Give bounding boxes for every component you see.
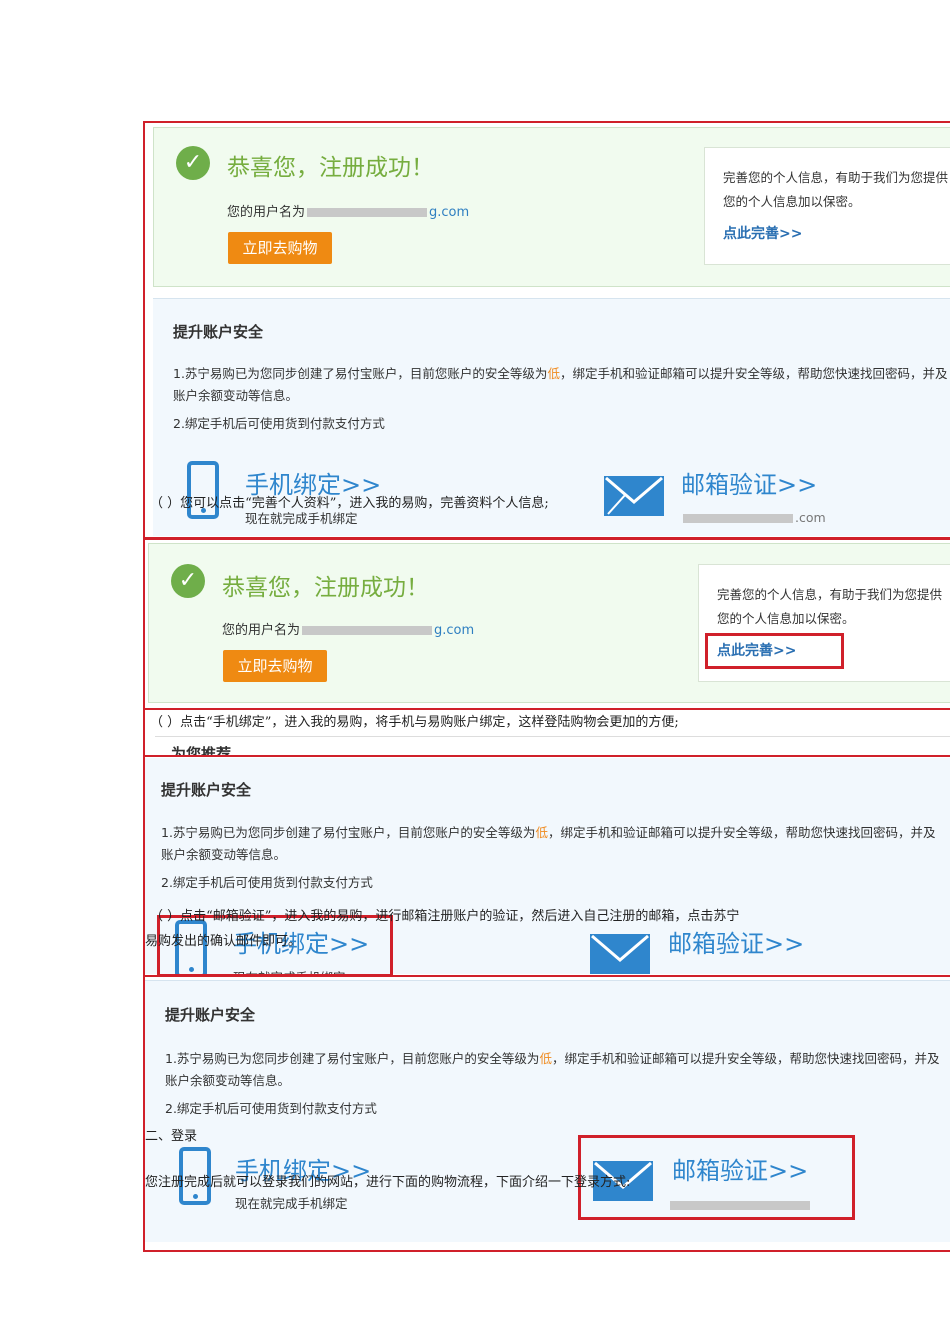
- info-box: 完善您的个人信息，有助于我们为您提供 您的个人信息加以保密。点此完善>>: [704, 147, 950, 265]
- recommend-strip: 为您推荐: [155, 736, 950, 755]
- username-suffix: g.com: [434, 623, 475, 638]
- text: 1.苏宁易购已为您同步创建了易付宝账户，目前您账户的安全等级为: [161, 825, 536, 840]
- username-label: 您的用户名为: [222, 623, 301, 638]
- mail-icon: [590, 934, 650, 974]
- security-line2: 2.绑定手机后可使用货到付款支付方式: [173, 416, 385, 431]
- level-low: 低: [539, 1051, 552, 1066]
- security-line2: 2.绑定手机后可使用货到付款支付方式: [165, 1101, 377, 1116]
- doc-step-profile: （ ）您可以点击“完善个人资料”，进入我的易购，完善资料个人信息;: [150, 496, 549, 511]
- security-line1-cont: 账户余额变动等信息。: [173, 388, 299, 403]
- document-page: ✓ 恭喜您，注册成功！ 您的用户名为 g.com 立即去购物 完善您的个人信息，有…: [0, 0, 950, 1344]
- info-text: 您的个人信息加以保密。: [723, 194, 861, 209]
- username-line: 您的用户名为 g.com: [227, 201, 469, 220]
- text: ，绑定手机和验证邮箱可以提升安全等级，帮助您快速找回密码，并及: [547, 825, 936, 840]
- level-low: 低: [547, 366, 560, 381]
- username-blurred: [302, 626, 433, 635]
- email-blurred: [683, 514, 793, 523]
- security-line1-cont: 账户余额变动等信息。: [165, 1073, 291, 1088]
- success-title: 恭喜您，注册成功！: [222, 575, 429, 601]
- success-box: ✓ 恭喜您，注册成功！ 您的用户名为 g.com 立即去购物 完善您的个人信息，有…: [153, 127, 950, 287]
- text: 1.苏宁易购已为您同步创建了易付宝账户，目前您账户的安全等级为: [173, 366, 548, 381]
- security-heading: 提升账户安全: [165, 1006, 256, 1024]
- doc-step-phone: （ ）点击“手机绑定”，进入我的易购，将手机与易购账户绑定，这样登陆购物会更加的…: [150, 715, 679, 730]
- security-line1-cont: 账户余额变动等信息。: [161, 847, 287, 862]
- email-verify-link[interactable]: 邮箱验证>>: [668, 924, 804, 959]
- username-line: 您的用户名为 g.com: [222, 619, 474, 638]
- email-suffix: .com: [795, 510, 826, 525]
- shop-now-button[interactable]: 立即去购物: [223, 650, 327, 682]
- username-blurred: [307, 208, 428, 217]
- info-text: 完善您的个人信息，有助于我们为您提供: [717, 587, 943, 602]
- section-heading-login: 二、登录: [145, 1129, 198, 1144]
- security-line1: 1.苏宁易购已为您同步创建了易付宝账户，目前您账户的安全等级为低，绑定手机和验证…: [173, 363, 947, 382]
- check-icon: ✓: [176, 146, 210, 180]
- info-text: 您的个人信息加以保密。: [717, 611, 855, 626]
- security-heading: 提升账户安全: [161, 781, 252, 799]
- recommend-heading: 为您推荐: [171, 745, 232, 755]
- username-label: 您的用户名为: [227, 205, 306, 220]
- username-suffix: g.com: [429, 205, 470, 220]
- complete-profile-link[interactable]: 点此完善>>: [723, 222, 945, 246]
- level-low: 低: [535, 825, 548, 840]
- text: ，绑定手机和验证邮箱可以提升安全等级，帮助您快速找回密码，并及: [559, 366, 948, 381]
- highlight-box: [705, 633, 844, 669]
- security-line1: 1.苏宁易购已为您同步创建了易付宝账户，目前您账户的安全等级为低，绑定手机和验证…: [165, 1048, 939, 1067]
- shop-now-button[interactable]: 立即去购物: [228, 232, 332, 264]
- success-title: 恭喜您，注册成功！: [227, 155, 434, 181]
- check-icon: ✓: [171, 564, 205, 598]
- text: ，绑定手机和验证邮箱可以提升安全等级，帮助您快速找回密码，并及: [551, 1051, 940, 1066]
- info-text: 完善您的个人信息，有助于我们为您提供: [723, 170, 949, 185]
- phone-bind-sub: 现在就完成手机绑定: [235, 1196, 348, 1211]
- email-verify-link[interactable]: 邮箱验证>>: [681, 465, 817, 500]
- security-line1: 1.苏宁易购已为您同步创建了易付宝账户，目前您账户的安全等级为低，绑定手机和验证…: [161, 822, 935, 841]
- login-intro: 您注册完成后就可以登录我们的网站，进行下面的购物流程，下面介绍一下登录方式:: [145, 1175, 631, 1190]
- text: 1.苏宁易购已为您同步创建了易付宝账户，目前您账户的安全等级为: [165, 1051, 540, 1066]
- mail-icon: [604, 476, 664, 516]
- email-line: .com: [681, 510, 826, 525]
- doc-step-email-cont: 易购发出的确认邮件即可。: [145, 934, 302, 949]
- success-box: ✓ 恭喜您，注册成功！ 您的用户名为 g.com 立即去购物 完善您的个人信息，有…: [148, 543, 950, 703]
- security-line2: 2.绑定手机后可使用货到付款支付方式: [161, 875, 373, 890]
- doc-step-email: （ ）点击“邮箱验证”，进入我的易购，进行邮箱注册账户的验证，然后进入自己注册的…: [150, 909, 740, 924]
- security-heading: 提升账户安全: [173, 323, 264, 341]
